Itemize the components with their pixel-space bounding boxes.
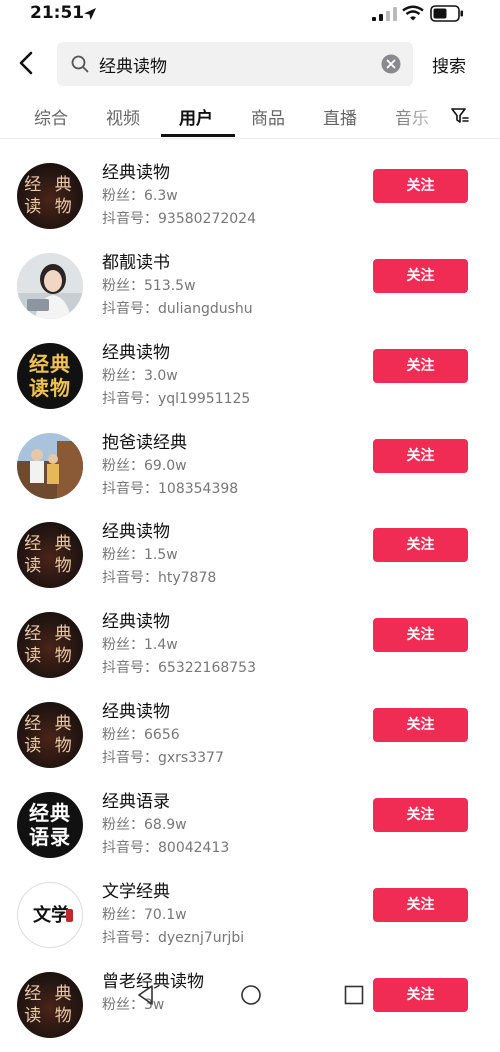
douyin-id: 抖音号：yql19951125 [102,391,251,407]
user-name[interactable]: 文学经典 [102,877,170,902]
follower-count: 粉丝：1.4w [102,637,178,653]
red-seal-icon [66,909,73,922]
user-name[interactable]: 曾老经典读物 [102,967,204,992]
douyin-id: 抖音号：108354398 [102,481,239,497]
follower-count: 粉丝：68.9w [102,817,187,833]
back-arrow-icon[interactable] [14,50,40,76]
user-name[interactable]: 经典读物 [102,517,170,542]
filter-icon[interactable] [450,106,470,126]
douyin-id: 抖音号：duliangdushu [102,301,253,317]
avatar-text: 读物 [29,376,71,400]
family-photo-icon [17,433,83,499]
avatar[interactable]: 经典 语录 [17,792,83,858]
avatar[interactable]: 经 典 读 物 [17,522,83,588]
follower-count: 粉丝：3.0w [102,368,178,384]
tab-videos[interactable]: 视频 [106,104,140,129]
follow-button[interactable]: 关注 [373,888,468,922]
avatar[interactable]: 经 典 读 物 [17,702,83,768]
search-box[interactable]: 经典读物 [57,42,413,86]
follower-count: 粉丝：6.3w [102,188,178,204]
douyin-id: 抖音号：93580272024 [102,211,256,227]
search-icon [71,55,89,73]
follow-button[interactable]: 关注 [373,169,468,203]
follow-button[interactable]: 关注 [373,978,468,1012]
avatar-text: 读 物 [24,556,76,576]
tab-live[interactable]: 直播 [323,104,357,129]
avatar-text: 经 典 [24,534,76,554]
user-name[interactable]: 经典读物 [102,158,170,183]
follower-count: 粉丝：513.5w [102,278,196,294]
douyin-id: 抖音号：dyeznj7urjbi [102,930,245,946]
avatar-text: 语录 [29,825,71,849]
list-item[interactable]: 都靓读书 粉丝：513.5w 抖音号：duliangdushu 关注 [0,243,500,333]
user-name[interactable]: 经典读物 [102,338,170,363]
douyin-id: 抖音号：80042413 [102,840,230,856]
avatar-text: 经 典 [24,714,76,734]
list-item[interactable]: 经 典 读 物 经典读物 粉丝：6.3w 抖音号：93580272024 关注 [0,153,500,243]
avatar-text: 读 物 [24,736,76,756]
tab-products[interactable]: 商品 [251,104,285,129]
avatar-text: 经 典 [24,624,76,644]
list-item[interactable]: 经典 读物 经典读物 粉丝：3.0w 抖音号：yql19951125 关注 [0,333,500,423]
follow-button[interactable]: 关注 [373,439,468,473]
list-item[interactable]: 经 典 读 物 经典读物 粉丝：1.4w 抖音号：65322168753 关注 [0,602,500,692]
cellular-signal-icon [372,7,397,21]
follow-button[interactable]: 关注 [373,798,468,832]
avatar[interactable] [17,433,83,499]
avatar-text: 读 物 [24,197,76,217]
location-arrow-icon [84,8,96,20]
list-item[interactable]: 抱爸读经典 粉丝：69.0w 抖音号：108354398 关注 [0,423,500,513]
tab-users[interactable]: 用户 [179,104,213,129]
follower-count: 粉丝：1.5w [102,547,178,563]
user-name[interactable]: 经典语录 [102,787,170,812]
search-row: 经典读物 搜索 [0,38,500,88]
tab-comprehensive[interactable]: 综合 [34,104,68,129]
status-time: 21:51 [30,3,85,23]
active-tab-indicator [161,134,235,137]
avatar-text: 读 物 [24,646,76,666]
user-name[interactable]: 经典读物 [102,607,170,632]
search-input[interactable]: 经典读物 [99,52,167,77]
douyin-id: 抖音号：65322168753 [102,660,256,676]
search-button[interactable]: 搜索 [432,52,466,77]
follower-count: 粉丝：6656 [102,727,180,743]
person-photo-icon [17,253,83,319]
follow-button[interactable]: 关注 [373,259,468,293]
battery-icon [430,5,463,22]
list-item[interactable]: 经典 语录 经典语录 粉丝：68.9w 抖音号：80042413 关注 [0,782,500,872]
follower-count: 粉丝：69.0w [102,458,187,474]
avatar[interactable]: 经 典 读 物 [17,612,83,678]
avatar-text: 读 物 [24,1006,76,1026]
avatar-text: 经典 [29,801,71,825]
avatar-text: 经 典 [24,175,76,195]
wifi-icon [402,5,424,21]
douyin-id: 抖音号：gxrs3377 [102,750,224,766]
user-name[interactable]: 经典读物 [102,697,170,722]
avatar[interactable]: 经 典 读 物 [17,163,83,229]
follower-count: 粉丝：70.1w [102,907,187,923]
follow-button[interactable]: 关注 [373,349,468,383]
avatar[interactable]: 文学 [17,882,83,948]
user-name[interactable]: 抱爸读经典 [102,428,187,453]
avatar-text: 经 典 [24,984,76,1004]
list-item[interactable]: 经 典 读 物 经典读物 粉丝：6656 抖音号：gxrs3377 关注 [0,692,500,782]
list-item[interactable]: 经 典 读 物 经典读物 粉丝：1.5w 抖音号：hty7878 关注 [0,512,500,602]
user-name[interactable]: 都靓读书 [102,248,170,273]
follow-button[interactable]: 关注 [373,708,468,742]
tab-bar: 综合 视频 用户 商品 直播 音乐 [0,96,500,139]
avatar-text: 经典 [29,352,71,376]
tab-fade [388,96,458,136]
follower-count: 粉丝：3w [102,997,165,1013]
list-item[interactable]: 经 典 读 物 曾老经典读物 粉丝：3w 关注 [0,962,500,1052]
avatar[interactable]: 经 典 读 物 [17,972,83,1038]
follow-button[interactable]: 关注 [373,618,468,652]
follow-button[interactable]: 关注 [373,528,468,562]
douyin-id: 抖音号：hty7878 [102,570,217,586]
status-bar: 21:51 [0,0,500,28]
list-item[interactable]: 文学 文学经典 粉丝：70.1w 抖音号：dyeznj7urjbi 关注 [0,872,500,962]
avatar[interactable] [17,253,83,319]
avatar[interactable]: 经典 读物 [17,343,83,409]
clear-search-icon[interactable] [381,54,401,74]
